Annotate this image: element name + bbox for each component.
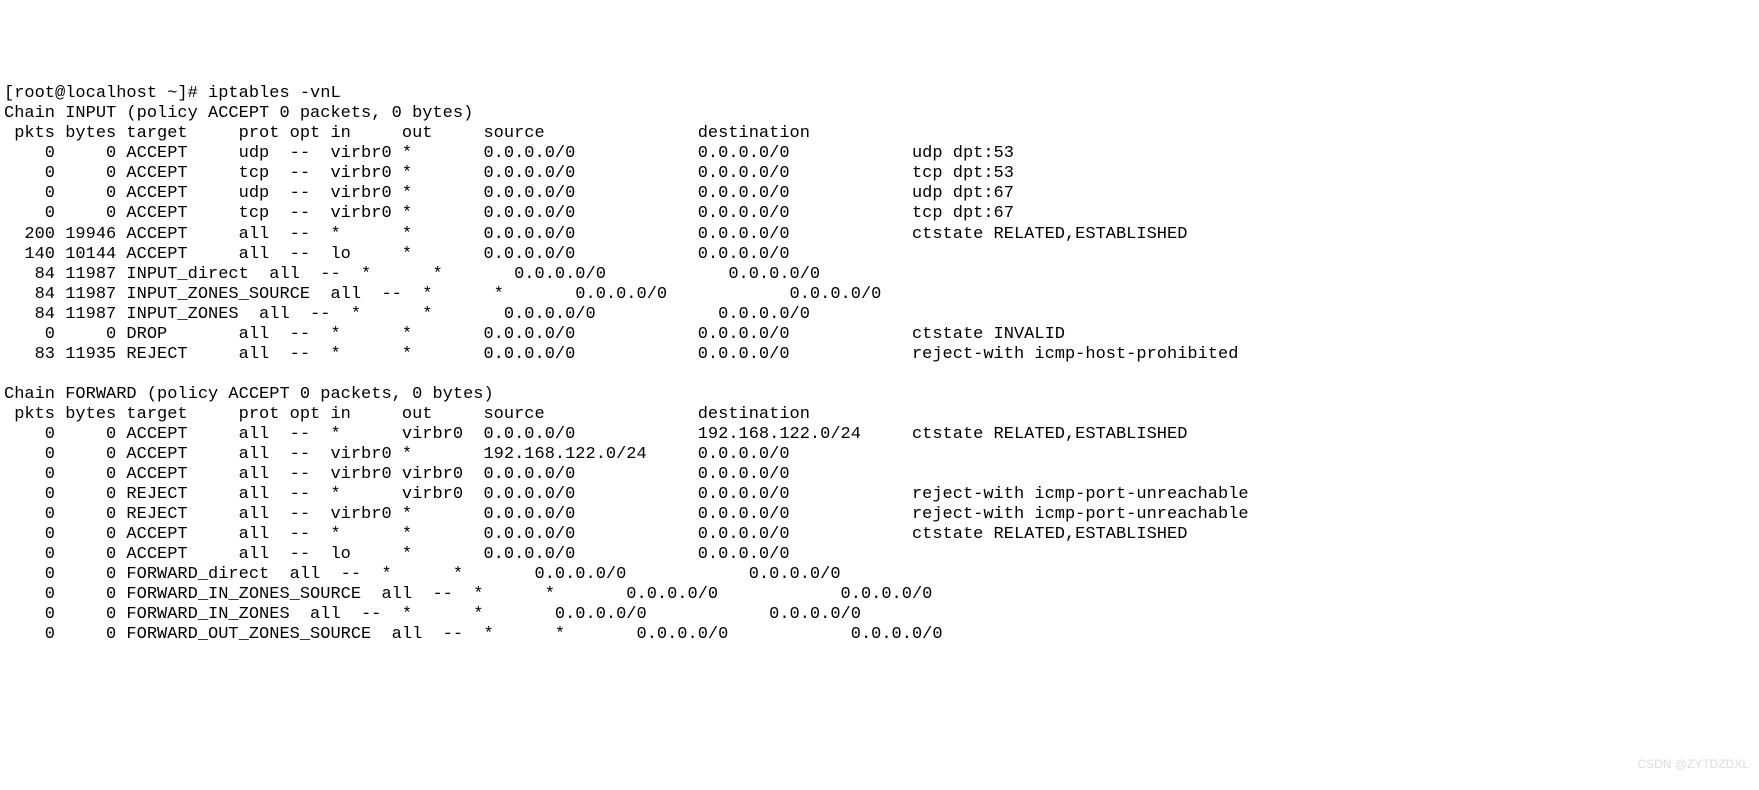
watermark-text: CSDN @ZYTDZDXL xyxy=(1637,757,1749,771)
input-rule: 200 19946 ACCEPT all -- * * 0.0.0.0/0 0.… xyxy=(4,225,1187,244)
input-rule: 83 11935 REJECT all -- * * 0.0.0.0/0 0.0… xyxy=(4,345,1238,364)
input-rule: 0 0 ACCEPT tcp -- virbr0 * 0.0.0.0/0 0.0… xyxy=(4,164,1014,183)
input-rule: 0 0 ACCEPT udp -- virbr0 * 0.0.0.0/0 0.0… xyxy=(4,184,1014,203)
input-rule: 84 11987 INPUT_ZONES_SOURCE all -- * * 0… xyxy=(4,285,994,304)
forward-rule: 0 0 REJECT all -- virbr0 * 0.0.0.0/0 0.0… xyxy=(4,505,1249,524)
chain-input-policy: Chain INPUT (policy ACCEPT 0 packets, 0 … xyxy=(4,104,473,123)
terminal-output: [root@localhost ~]# iptables -vnL Chain … xyxy=(4,84,1755,645)
chain-forward-policy: Chain FORWARD (policy ACCEPT 0 packets, … xyxy=(4,385,494,404)
input-rule: 0 0 ACCEPT udp -- virbr0 * 0.0.0.0/0 0.0… xyxy=(4,144,1014,163)
input-rule: 0 0 ACCEPT tcp -- virbr0 * 0.0.0.0/0 0.0… xyxy=(4,204,1014,223)
chain-input-header: pkts bytes target prot opt in out source… xyxy=(4,124,902,143)
forward-rule: 0 0 REJECT all -- * virbr0 0.0.0.0/0 0.0… xyxy=(4,485,1249,504)
forward-rule: 0 0 ACCEPT all -- lo * 0.0.0.0/0 0.0.0.0… xyxy=(4,545,902,564)
forward-rule: 0 0 FORWARD_IN_ZONES all -- * * 0.0.0.0/… xyxy=(4,605,973,624)
input-rule: 84 11987 INPUT_ZONES all -- * * 0.0.0.0/… xyxy=(4,305,922,324)
shell-prompt-line: [root@localhost ~]# iptables -vnL xyxy=(4,84,341,103)
forward-rule: 0 0 FORWARD_direct all -- * * 0.0.0.0/0 … xyxy=(4,565,953,584)
input-rule: 84 11987 INPUT_direct all -- * * 0.0.0.0… xyxy=(4,265,932,284)
input-rule: 0 0 DROP all -- * * 0.0.0.0/0 0.0.0.0/0 … xyxy=(4,325,1065,344)
forward-rule: 0 0 ACCEPT all -- virbr0 * 192.168.122.0… xyxy=(4,445,902,464)
forward-rule: 0 0 ACCEPT all -- * virbr0 0.0.0.0/0 192… xyxy=(4,425,1187,444)
forward-rule: 0 0 FORWARD_OUT_ZONES_SOURCE all -- * * … xyxy=(4,625,1055,644)
forward-rule: 0 0 ACCEPT all -- virbr0 virbr0 0.0.0.0/… xyxy=(4,465,902,484)
chain-forward-header: pkts bytes target prot opt in out source… xyxy=(4,405,902,424)
forward-rule: 0 0 ACCEPT all -- * * 0.0.0.0/0 0.0.0.0/… xyxy=(4,525,1187,544)
input-rule: 140 10144 ACCEPT all -- lo * 0.0.0.0/0 0… xyxy=(4,245,902,264)
forward-rule: 0 0 FORWARD_IN_ZONES_SOURCE all -- * * 0… xyxy=(4,585,1045,604)
